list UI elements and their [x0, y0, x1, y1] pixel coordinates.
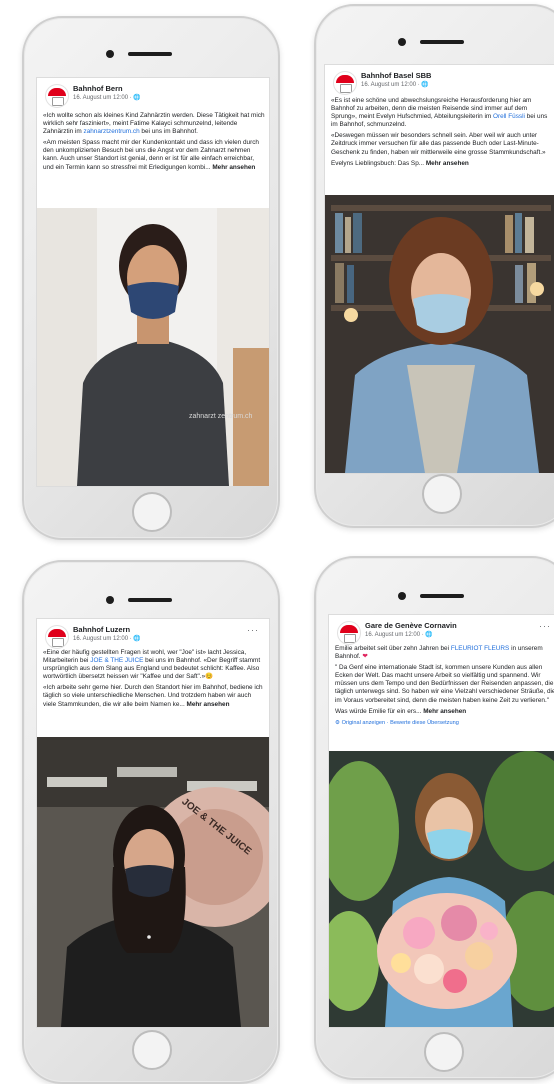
more-options-icon[interactable]: ···	[539, 621, 551, 631]
page-name[interactable]: Bahnhof Basel SBB	[361, 71, 431, 80]
post-card-bern: Bahnhof Bern 16. August um 12:00 · 🌐 «Ic…	[36, 77, 270, 487]
globe-icon: 🌐	[133, 636, 141, 642]
post-date[interactable]: 16. August um 12:00 · 🌐	[361, 81, 429, 88]
shirt-logo-text: zahnarzt zentrum.ch	[189, 413, 253, 420]
front-camera-icon	[398, 592, 406, 600]
page-name[interactable]: Bahnhof Luzern	[73, 625, 130, 634]
tagged-page-link[interactable]: Orell Füssli	[493, 113, 525, 120]
post-text: «Es ist eine schöne und abwechslungsreic…	[331, 97, 548, 167]
bookseller-photo	[325, 195, 554, 473]
see-more-link[interactable]: Mehr ansehen	[187, 701, 230, 708]
more-options-icon[interactable]: ···	[247, 625, 259, 635]
front-camera-icon	[106, 50, 114, 58]
post-text: «Ich wollte schon als kleines Kind Zahnä…	[43, 112, 265, 171]
tagged-page-link[interactable]: zahnarztzentrum.ch	[84, 128, 140, 135]
speaker-grille	[128, 52, 172, 56]
post-photo[interactable]: JOE & THE JUICE	[37, 737, 269, 1027]
post-header: Gare de Genève Cornavin 16. August um 12…	[333, 621, 554, 647]
post-date[interactable]: 16. August um 12:00 · 🌐	[73, 635, 141, 642]
post-header: Bahnhof Basel SBB 16. August um 12:00 · …	[329, 71, 553, 97]
sbb-logo-avatar[interactable]	[45, 625, 69, 649]
post-text: Emilie arbeitet seit über zehn Jahren be…	[335, 645, 554, 726]
see-more-link[interactable]: Mehr ansehen	[423, 708, 466, 715]
front-camera-icon	[398, 38, 406, 46]
home-button[interactable]	[132, 492, 172, 532]
speaker-grille	[420, 594, 464, 598]
tagged-page-link[interactable]: JOE & THE JUICE	[90, 657, 143, 664]
globe-icon: 🌐	[133, 95, 141, 101]
sbb-logo-avatar[interactable]	[333, 71, 357, 95]
post-card-luzern: Bahnhof Luzern 16. August um 12:00 · 🌐 ·…	[36, 618, 270, 1028]
speaker-grille	[420, 40, 464, 44]
post-text: «Eine der häufig gestellten Fragen ist w…	[43, 649, 263, 708]
phone-mockup-bern: Bahnhof Bern 16. August um 12:00 · 🌐 «Ic…	[22, 16, 280, 540]
heart-emoji-icon: ❤	[362, 653, 368, 661]
post-date[interactable]: 16. August um 12:00 · 🌐	[365, 631, 433, 638]
dentist-photo: zahnarzt zentrum.ch	[37, 208, 269, 486]
front-camera-icon	[106, 596, 114, 604]
home-button[interactable]	[132, 1030, 172, 1070]
post-card-basel: Bahnhof Basel SBB 16. August um 12:00 · …	[324, 64, 554, 474]
smile-emoji-icon: 😊	[205, 673, 214, 681]
florist-photo	[329, 751, 554, 1027]
tagged-page-link[interactable]: FLEURIOT FLEURS	[451, 645, 509, 652]
sbb-logo-avatar[interactable]	[45, 84, 69, 108]
post-header: Bahnhof Luzern 16. August um 12:00 · 🌐 ·…	[41, 625, 265, 651]
phone-mockup-luzern: Bahnhof Luzern 16. August um 12:00 · 🌐 ·…	[22, 560, 280, 1084]
globe-icon: 🌐	[425, 632, 433, 638]
gear-icon: ⚙	[335, 719, 341, 726]
page-name[interactable]: Bahnhof Bern	[73, 84, 123, 93]
post-card-geneve: Gare de Genève Cornavin 16. August um 12…	[328, 614, 554, 1028]
home-button[interactable]	[424, 1032, 464, 1072]
phone-mockup-geneve: Gare de Genève Cornavin 16. August um 12…	[314, 556, 554, 1080]
see-more-link[interactable]: Mehr ansehen	[426, 160, 469, 167]
home-button[interactable]	[422, 474, 462, 514]
page-name[interactable]: Gare de Genève Cornavin	[365, 621, 457, 630]
post-header: Bahnhof Bern 16. August um 12:00 · 🌐	[41, 84, 265, 110]
post-date[interactable]: 16. August um 12:00 · 🌐	[73, 94, 141, 101]
phone-mockup-basel: Bahnhof Basel SBB 16. August um 12:00 · …	[314, 4, 554, 528]
post-photo[interactable]	[325, 195, 554, 473]
see-more-link[interactable]: Mehr ansehen	[212, 164, 255, 171]
sbb-logo-avatar[interactable]	[337, 621, 361, 645]
post-photo[interactable]	[329, 751, 554, 1027]
juice-bar-photo: JOE & THE JUICE	[37, 737, 269, 1027]
post-photo[interactable]: zahnarzt zentrum.ch	[37, 208, 269, 486]
translation-links[interactable]: Original anzeigen · Bewerte diese Überse…	[342, 720, 459, 726]
globe-icon: 🌐	[421, 82, 429, 88]
speaker-grille	[128, 598, 172, 602]
